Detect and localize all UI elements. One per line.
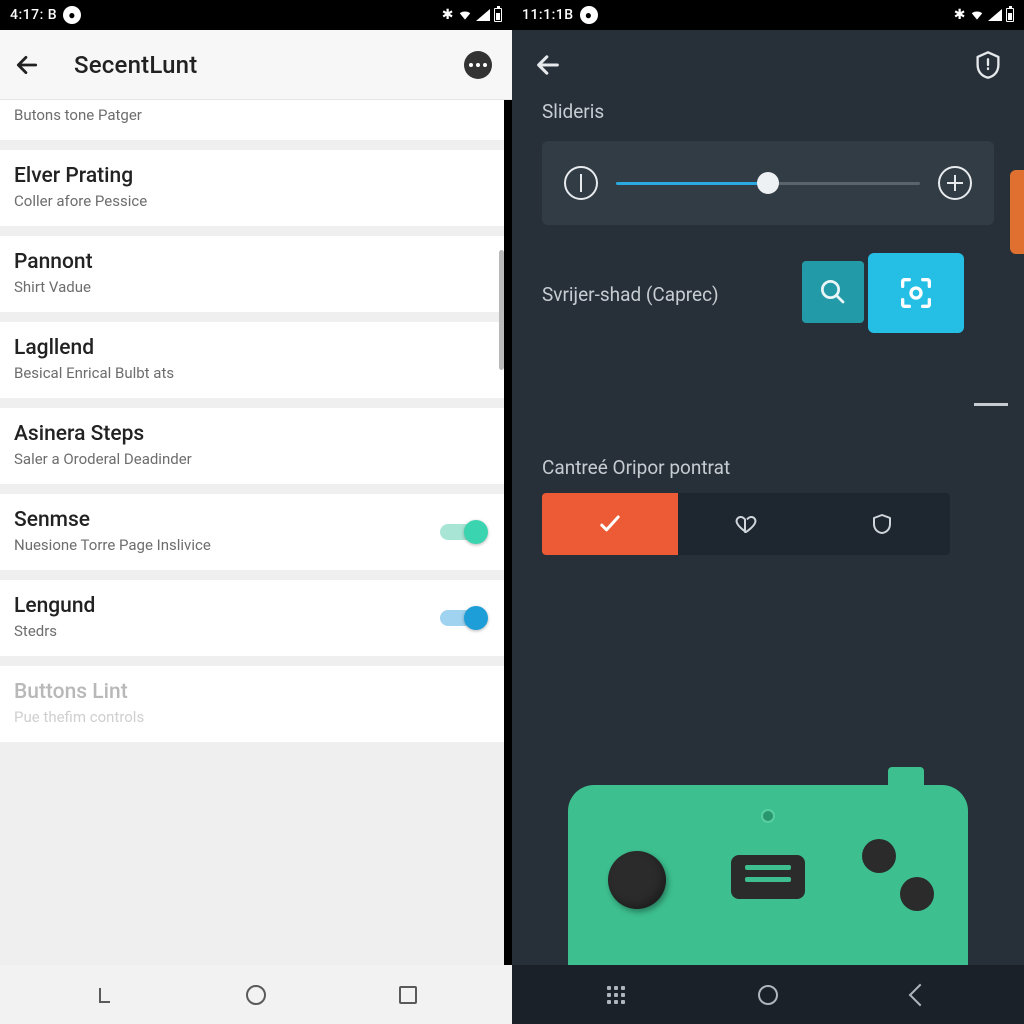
signal-icon: [988, 9, 1002, 21]
app-bar: [512, 30, 1024, 100]
slider-card: [542, 141, 994, 225]
list-item[interactable]: Elver Prating Coller afore Pessice: [0, 150, 504, 226]
overflow-menu-button[interactable]: [464, 51, 492, 79]
gamepad-button-icon: [900, 877, 934, 911]
nav-back-button[interactable]: [395, 982, 421, 1008]
list-item-title: Lengund: [14, 594, 490, 618]
slider-thumb[interactable]: [757, 172, 779, 194]
next-card-peek[interactable]: [1010, 170, 1024, 254]
list-item-subtitle: Stedrs: [14, 622, 490, 640]
status-time: 11:1:1B: [522, 7, 574, 23]
slider-decrease-button[interactable]: [564, 166, 598, 200]
section-segment: Cantreé Oripor pontrat: [542, 456, 994, 555]
app-body: Slideris Svrijer-shad (Caprec): [512, 30, 1024, 965]
list-item[interactable]: Lagllend Besical Enrical Bulbt ats: [0, 322, 504, 398]
list-item-title: Buttons Lint: [14, 680, 490, 704]
list-item-subtitle: Butons tone Patger: [14, 106, 490, 124]
bluetooth-icon: ✱: [954, 7, 966, 23]
section-label-slider: Slideris: [542, 100, 994, 123]
nav-apps-button[interactable]: [603, 982, 629, 1008]
list-item-subtitle: Nuesione Torre Page Inslivice: [14, 536, 490, 554]
battery-icon: [494, 8, 502, 22]
toggle-switch[interactable]: [440, 606, 484, 630]
list-item[interactable]: Senmse Nuesione Torre Page Inslivice: [0, 494, 504, 570]
wifi-icon: [970, 8, 984, 22]
apps-grid-icon: [607, 986, 625, 1004]
list-item-subtitle: Saler a Oroderal Deadinder: [14, 450, 490, 468]
heart-icon: [734, 512, 758, 536]
back-button[interactable]: [534, 51, 562, 79]
shield-warning-icon: [974, 50, 1002, 80]
search-icon: [818, 277, 848, 307]
divider-icon: [974, 403, 1008, 406]
left-screen: 4:17: B ● ✱ SecentLunt Butons tone Patge…: [0, 0, 512, 1024]
segmented-control: [542, 493, 950, 555]
slider[interactable]: [616, 182, 920, 185]
search-button[interactable]: [802, 261, 864, 323]
list-item-subtitle: Besical Enrical Bulbt ats: [14, 364, 490, 382]
nav-home-button[interactable]: [755, 982, 781, 1008]
arrow-left-icon: [14, 52, 40, 78]
status-time: 4:17: B: [10, 7, 57, 23]
section-label-segment: Cantreé Oripor pontrat: [542, 456, 994, 479]
list-item-title: Senmse: [14, 508, 490, 532]
status-bar: 11:1:1B ● ✱: [512, 0, 1024, 30]
list-item-title: Elver Prating: [14, 164, 490, 188]
shield-icon: [870, 512, 894, 536]
list-item[interactable]: Lengund Stedrs: [0, 580, 504, 656]
list-item[interactable]: Butons tone Patger: [0, 100, 504, 140]
segment-option-2[interactable]: [678, 493, 814, 555]
scan-button[interactable]: [868, 253, 964, 333]
notification-dot-icon: ●: [63, 6, 81, 24]
list-item-title: Lagllend: [14, 336, 490, 360]
slider-fill: [616, 182, 768, 185]
analog-stick-icon: [608, 851, 666, 909]
recent-icon: [94, 985, 114, 1005]
scroll-indicator[interactable]: [499, 250, 504, 370]
arrow-left-icon: [534, 51, 562, 79]
wifi-icon: [458, 8, 472, 22]
gamepad-port-icon: [731, 855, 805, 899]
right-screen: 11:1:1B ● ✱ Slideris: [512, 0, 1024, 1024]
list-item-title: Asinera Steps: [14, 422, 490, 446]
status-bar: 4:17: B ● ✱: [0, 0, 512, 30]
list-item[interactable]: Asinera Steps Saler a Oroderal Deadinder: [0, 408, 504, 484]
list-item-subtitle: Pue thefim controls: [14, 708, 490, 726]
page-title: SecentLunt: [74, 51, 197, 79]
segment-option-3[interactable]: [814, 493, 950, 555]
warning-button[interactable]: [974, 50, 1002, 80]
nav-home-button[interactable]: [243, 982, 269, 1008]
list-item-subtitle: Coller afore Pessice: [14, 192, 490, 210]
notification-dot-icon: ●: [580, 6, 598, 24]
battery-icon: [1006, 8, 1014, 22]
toggle-switch[interactable]: [440, 520, 484, 544]
signal-icon: [476, 9, 490, 21]
section-switch: Svrijer-shad (Caprec): [542, 283, 994, 306]
segment-option-1[interactable]: [542, 493, 678, 555]
scan-icon: [896, 273, 936, 313]
list-item-subtitle: Shirt Vadue: [14, 278, 490, 296]
gamepad-button-icon: [862, 839, 896, 873]
gamepad-illustration: [568, 755, 968, 965]
nav-bar: [0, 965, 512, 1024]
nav-recent-button[interactable]: [91, 982, 117, 1008]
back-button[interactable]: [14, 52, 40, 78]
bluetooth-icon: ✱: [442, 7, 454, 23]
list-item-title: Pannont: [14, 250, 490, 274]
settings-list[interactable]: Butons tone Patger Elver Prating Coller …: [0, 100, 504, 965]
list-item[interactable]: Buttons Lint Pue thefim controls: [0, 666, 504, 742]
led-icon: [761, 809, 775, 823]
nav-back-button[interactable]: [907, 982, 933, 1008]
check-icon: [596, 510, 624, 538]
list-item[interactable]: Pannont Shirt Vadue: [0, 236, 504, 312]
nav-bar: [512, 965, 1024, 1024]
app-bar: SecentLunt: [0, 30, 512, 100]
slider-increase-button[interactable]: [938, 166, 972, 200]
